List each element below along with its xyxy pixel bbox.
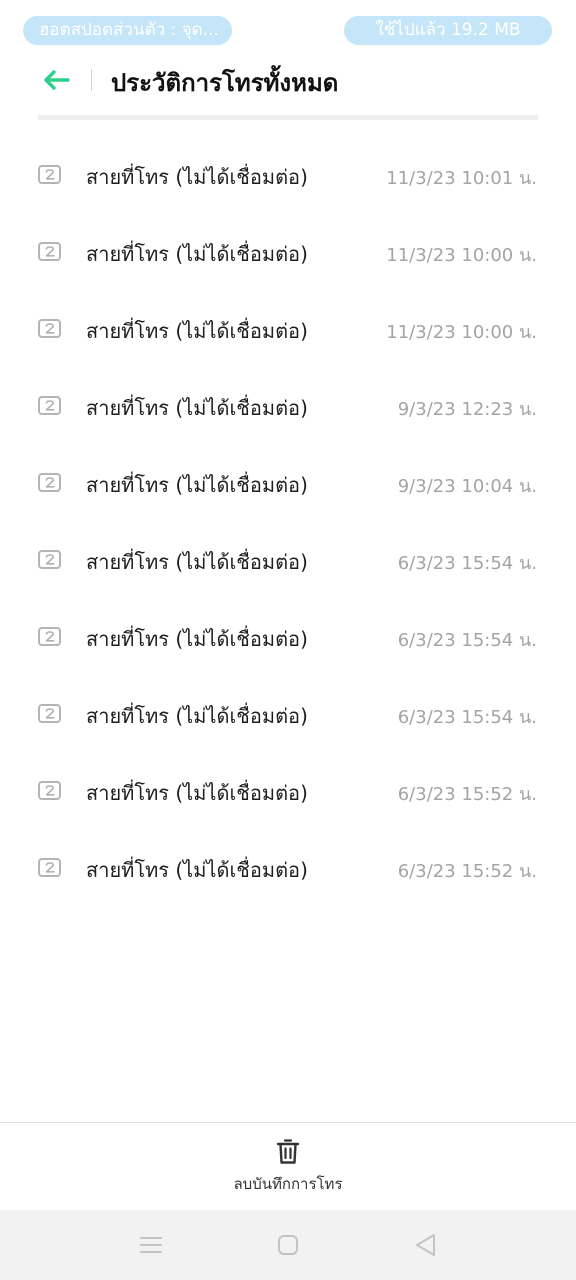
call-timestamp: 9/3/23 12:23 น. — [397, 399, 537, 420]
sim-2-icon — [38, 165, 61, 184]
system-navigation-bar — [0, 1210, 576, 1280]
call-timestamp: 11/3/23 10:01 น. — [386, 168, 537, 189]
call-timestamp: 11/3/23 10:00 น. — [386, 245, 537, 266]
call-status-label: สายที่โทร (ไม่ได้เชื่อมต่อ) — [86, 165, 308, 189]
call-timestamp: 9/3/23 10:04 น. — [397, 476, 537, 497]
page-title: ประวัติการโทรทั้งหมด — [111, 69, 339, 97]
arrow-left-icon — [44, 70, 70, 90]
sim-2-icon — [38, 473, 61, 492]
hotspot-status-pill[interactable]: ฮอตสปอตส่วนตัว : จุด... — [23, 16, 232, 45]
sim-2-icon — [38, 704, 61, 723]
call-history-screen: ฮอตสปอตส่วนตัว : จุด... ใช้ไปแล้ว 19.2 M… — [0, 0, 576, 1280]
header-rule — [38, 115, 538, 120]
call-timestamp: 11/3/23 10:00 น. — [386, 322, 537, 343]
call-log-row[interactable]: สายที่โทร (ไม่ได้เชื่อมต่อ) 6/3/23 15:52 … — [0, 753, 576, 830]
call-timestamp: 6/3/23 15:54 น. — [397, 553, 537, 574]
nav-back-button[interactable] — [412, 1232, 438, 1258]
sim-2-icon — [38, 627, 61, 646]
recent-apps-button[interactable] — [138, 1232, 164, 1258]
call-timestamp: 6/3/23 15:52 น. — [397, 861, 537, 882]
delete-call-log-label: ลบบันทึกการโทร — [233, 1175, 343, 1193]
call-status-label: สายที่โทร (ไม่ได้เชื่อมต่อ) — [86, 319, 308, 343]
sim-2-icon — [38, 781, 61, 800]
header: ประวัติการโทรทั้งหมด — [0, 56, 576, 106]
call-status-label: สายที่โทร (ไม่ได้เชื่อมต่อ) — [86, 704, 308, 728]
header-divider — [91, 69, 92, 91]
call-log-row[interactable]: สายที่โทร (ไม่ได้เชื่อมต่อ) 9/3/23 12:23 … — [0, 368, 576, 445]
call-status-label: สายที่โทร (ไม่ได้เชื่อมต่อ) — [86, 858, 308, 882]
call-status-label: สายที่โทร (ไม่ได้เชื่อมต่อ) — [86, 242, 308, 266]
call-log-row[interactable]: สายที่โทร (ไม่ได้เชื่อมต่อ) 11/3/23 10:01… — [0, 137, 576, 214]
call-log-row[interactable]: สายที่โทร (ไม่ได้เชื่อมต่อ) 11/3/23 10:00… — [0, 291, 576, 368]
call-log-row[interactable]: สายที่โทร (ไม่ได้เชื่อมต่อ) 9/3/23 10:04 … — [0, 445, 576, 522]
data-usage-pill[interactable]: ใช้ไปแล้ว 19.2 MB — [344, 16, 552, 45]
call-log-row[interactable]: สายที่โทร (ไม่ได้เชื่อมต่อ) 6/3/23 15:54 … — [0, 522, 576, 599]
back-button[interactable] — [38, 64, 74, 96]
home-button[interactable] — [275, 1232, 301, 1258]
call-status-label: สายที่โทร (ไม่ได้เชื่อมต่อ) — [86, 550, 308, 574]
bottom-action-bar: ลบบันทึกการโทร — [0, 1122, 576, 1210]
sim-2-icon — [38, 858, 61, 877]
menu-lines-icon — [140, 1237, 162, 1253]
back-triangle-icon — [416, 1234, 435, 1256]
call-timestamp: 6/3/23 15:54 น. — [397, 630, 537, 651]
call-log-row[interactable]: สายที่โทร (ไม่ได้เชื่อมต่อ) 6/3/23 15:54 … — [0, 676, 576, 753]
call-status-label: สายที่โทร (ไม่ได้เชื่อมต่อ) — [86, 396, 308, 420]
call-timestamp: 6/3/23 15:54 น. — [397, 707, 537, 728]
call-log-row[interactable]: สายที่โทร (ไม่ได้เชื่อมต่อ) 11/3/23 10:00… — [0, 214, 576, 291]
delete-call-log-button[interactable]: ลบบันทึกการโทร — [188, 1139, 388, 1203]
call-log-row[interactable]: สายที่โทร (ไม่ได้เชื่อมต่อ) 6/3/23 15:52 … — [0, 830, 576, 907]
sim-2-icon — [38, 550, 61, 569]
call-status-label: สายที่โทร (ไม่ได้เชื่อมต่อ) — [86, 627, 308, 651]
call-log-row[interactable]: สายที่โทร (ไม่ได้เชื่อมต่อ) 6/3/23 15:54 … — [0, 599, 576, 676]
trash-icon — [276, 1139, 300, 1164]
sim-2-icon — [38, 396, 61, 415]
call-timestamp: 6/3/23 15:52 น. — [397, 784, 537, 805]
sim-2-icon — [38, 242, 61, 261]
call-log-list: สายที่โทร (ไม่ได้เชื่อมต่อ) 11/3/23 10:01… — [0, 137, 576, 907]
call-status-label: สายที่โทร (ไม่ได้เชื่อมต่อ) — [86, 781, 308, 805]
sim-2-icon — [38, 319, 61, 338]
home-square-icon — [278, 1235, 298, 1255]
call-status-label: สายที่โทร (ไม่ได้เชื่อมต่อ) — [86, 473, 308, 497]
